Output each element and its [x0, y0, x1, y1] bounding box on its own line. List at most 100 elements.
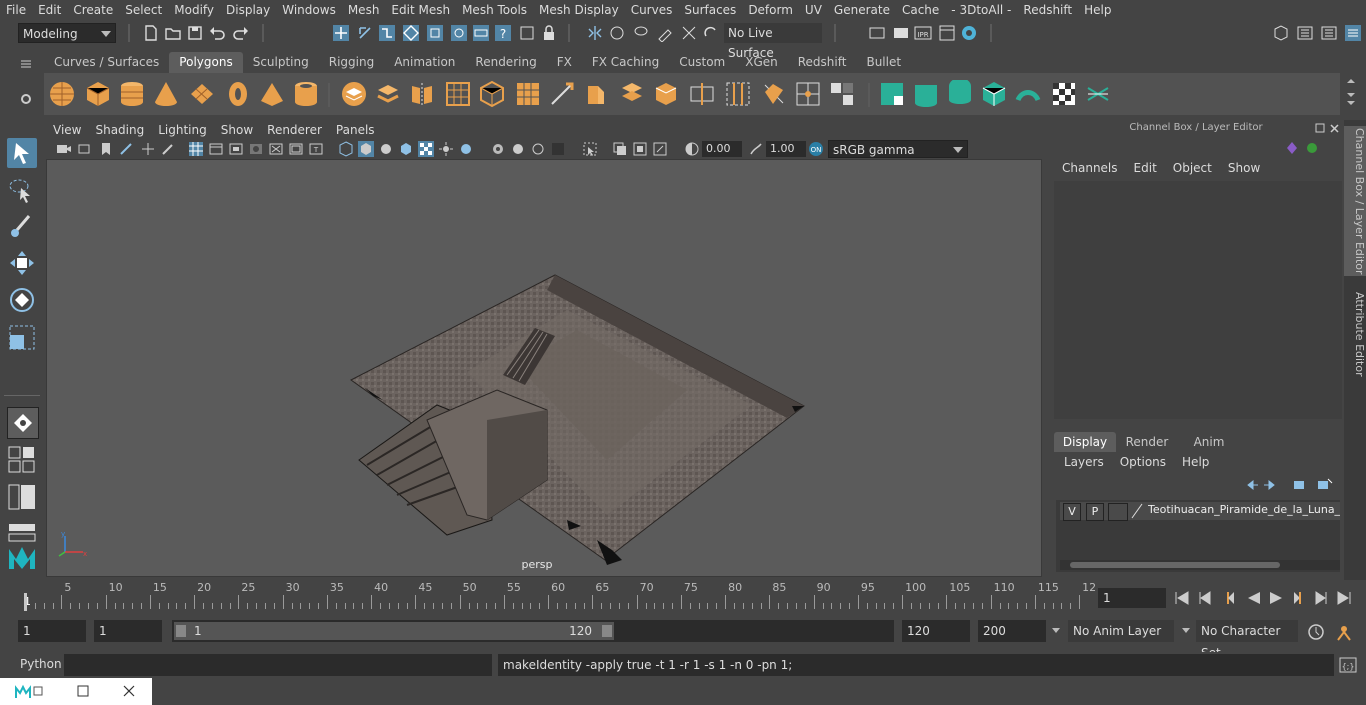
motion-blur-icon[interactable]: [510, 141, 526, 157]
snap-point-icon[interactable]: [450, 24, 468, 42]
menu-3dtoall[interactable]: - 3DtoAll -: [945, 3, 1017, 17]
shelf-tab-curves-surfaces[interactable]: Curves / Surfaces: [44, 52, 169, 73]
shelf-tab-redshift[interactable]: Redshift: [788, 52, 857, 73]
use-all-lights-icon[interactable]: [438, 141, 454, 157]
paint-select-icon[interactable]: [656, 24, 674, 42]
channel-box-menu-object[interactable]: Object: [1165, 161, 1220, 175]
menu-select[interactable]: Select: [119, 3, 168, 17]
soft-select-icon[interactable]: [608, 24, 626, 42]
channel-box-menu-show[interactable]: Show: [1220, 161, 1268, 175]
tweak-icon[interactable]: [680, 24, 698, 42]
tab-render[interactable]: Render: [1116, 432, 1178, 452]
uv-automatic-icon[interactable]: [980, 80, 1008, 108]
play-forwards-icon[interactable]: [1270, 592, 1282, 604]
viewport-menu-show[interactable]: Show: [214, 123, 260, 137]
select-by-object-icon[interactable]: [356, 24, 374, 42]
menu-deform[interactable]: Deform: [742, 3, 799, 17]
snap-curve-icon[interactable]: [426, 24, 444, 42]
poly-pyramid-icon[interactable]: [258, 80, 286, 108]
lasso-tool[interactable]: [7, 176, 37, 206]
mirror-icon[interactable]: [408, 80, 436, 108]
start-time-field[interactable]: 1: [18, 620, 86, 642]
command-input[interactable]: [64, 654, 492, 676]
lock-icon[interactable]: [540, 24, 558, 42]
symmetry-icon[interactable]: [586, 24, 604, 42]
snap-view-plane-icon[interactable]: [472, 24, 490, 42]
snap-grid-icon[interactable]: [402, 24, 420, 42]
tab-attribute-editor[interactable]: Attribute Editor: [1344, 284, 1366, 384]
poly-cylinder-icon[interactable]: [118, 80, 146, 108]
playback-start-field[interactable]: 1: [94, 620, 162, 642]
poly-cube-icon[interactable]: [84, 80, 112, 108]
offset-edge-loop-icon[interactable]: [724, 80, 752, 108]
maximize-icon[interactable]: [76, 684, 90, 698]
layer-buttons[interactable]: [1244, 477, 1336, 493]
menu-mesh-tools[interactable]: Mesh Tools: [456, 3, 533, 17]
select-by-hierarchy-icon[interactable]: [332, 24, 350, 42]
grid-toggle-icon[interactable]: [188, 141, 204, 157]
poly-pipe-icon[interactable]: [292, 80, 320, 108]
step-back-frame-icon[interactable]: [1227, 592, 1234, 604]
time-slider[interactable]: 5 10 15 20 25 30 35 40 45 50 55 60 65 70 75 80 85 90 95 100…: [20, 581, 1096, 611]
fill-hole-icon[interactable]: [828, 80, 856, 108]
animation-preferences-icon[interactable]: [1334, 622, 1354, 642]
viewport-menu-view[interactable]: View: [46, 123, 88, 137]
menu-create[interactable]: Create: [67, 3, 119, 17]
menu-generate[interactable]: Generate: [828, 3, 896, 17]
shelf-settings-gear-icon[interactable]: [19, 92, 33, 106]
range-slider-track[interactable]: 1 120: [172, 620, 894, 642]
bookmark-icon[interactable]: [98, 141, 114, 157]
multi-cut-icon[interactable]: [548, 80, 576, 108]
image-plane-icon[interactable]: [118, 141, 134, 157]
select-tool[interactable]: [7, 138, 37, 168]
layer-display-type-toggle[interactable]: [1108, 503, 1128, 521]
four-view-layout-button[interactable]: [7, 445, 37, 475]
auto-key-icon[interactable]: [1306, 622, 1326, 642]
menu-cache[interactable]: Cache: [896, 3, 945, 17]
uv-sew-icon[interactable]: [1084, 80, 1112, 108]
safe-title-icon[interactable]: T: [308, 141, 324, 157]
insert-edge-loop-icon[interactable]: [688, 80, 716, 108]
close-icon[interactable]: [122, 684, 136, 698]
attribute-editor-toggle-icon[interactable]: [1296, 24, 1314, 42]
uv-cylindrical-icon[interactable]: [912, 80, 940, 108]
camera-select-icon[interactable]: [56, 141, 72, 157]
channel-box-menu-edit[interactable]: Edit: [1126, 161, 1165, 175]
persp-viewport[interactable]: y x persp: [46, 159, 1042, 577]
save-scene-icon[interactable]: [186, 24, 204, 42]
exposure-field[interactable]: 0.00: [702, 141, 742, 157]
menu-mesh-display[interactable]: Mesh Display: [533, 3, 625, 17]
wireframe-on-shaded-icon[interactable]: [398, 141, 414, 157]
menu-mesh[interactable]: Mesh: [342, 3, 386, 17]
tab-channel-box-layer-editor[interactable]: Channel Box / Layer Editor: [1344, 126, 1366, 276]
menu-edit[interactable]: Edit: [32, 3, 67, 17]
reduce-icon[interactable]: [478, 80, 506, 108]
render-frame-icon[interactable]: [892, 24, 910, 42]
viewport-menu-panels[interactable]: Panels: [329, 123, 382, 137]
gamma-field[interactable]: 1.00: [766, 141, 806, 157]
menu-file[interactable]: File: [0, 3, 32, 17]
undo-icon[interactable]: [208, 24, 226, 42]
viewport-menu-lighting[interactable]: Lighting: [151, 123, 214, 137]
move-tool[interactable]: [7, 248, 37, 278]
tab-anim[interactable]: Anim: [1178, 432, 1240, 452]
tab-display[interactable]: Display: [1054, 432, 1116, 452]
select-by-component-icon[interactable]: [378, 24, 396, 42]
layer-row[interactable]: V P Teotihuacan_Piramide_de_la_Luna_00: [1060, 502, 1340, 521]
smooth-shade-icon[interactable]: [358, 141, 374, 157]
playback-end-field[interactable]: 120: [902, 620, 970, 642]
step-forward-key-icon[interactable]: [1315, 591, 1327, 605]
wireframe-icon[interactable]: [338, 141, 354, 157]
hypershade-icon[interactable]: [960, 24, 978, 42]
script-language-toggle[interactable]: Python: [20, 657, 62, 671]
lasso-icon[interactable]: [632, 24, 650, 42]
persp-outliner-layout-button[interactable]: [7, 482, 37, 512]
make-live-icon[interactable]: [518, 24, 536, 42]
character-set-dropdown[interactable]: No Character Set: [1196, 620, 1298, 660]
layer-menu-options[interactable]: Options: [1112, 455, 1174, 469]
layer-visibility-toggle[interactable]: V: [1063, 503, 1081, 521]
connect-icon[interactable]: [794, 80, 822, 108]
float-close-icon[interactable]: [1314, 122, 1342, 136]
remesh-icon[interactable]: [514, 80, 542, 108]
chevron-down-icon[interactable]: [1052, 628, 1060, 633]
